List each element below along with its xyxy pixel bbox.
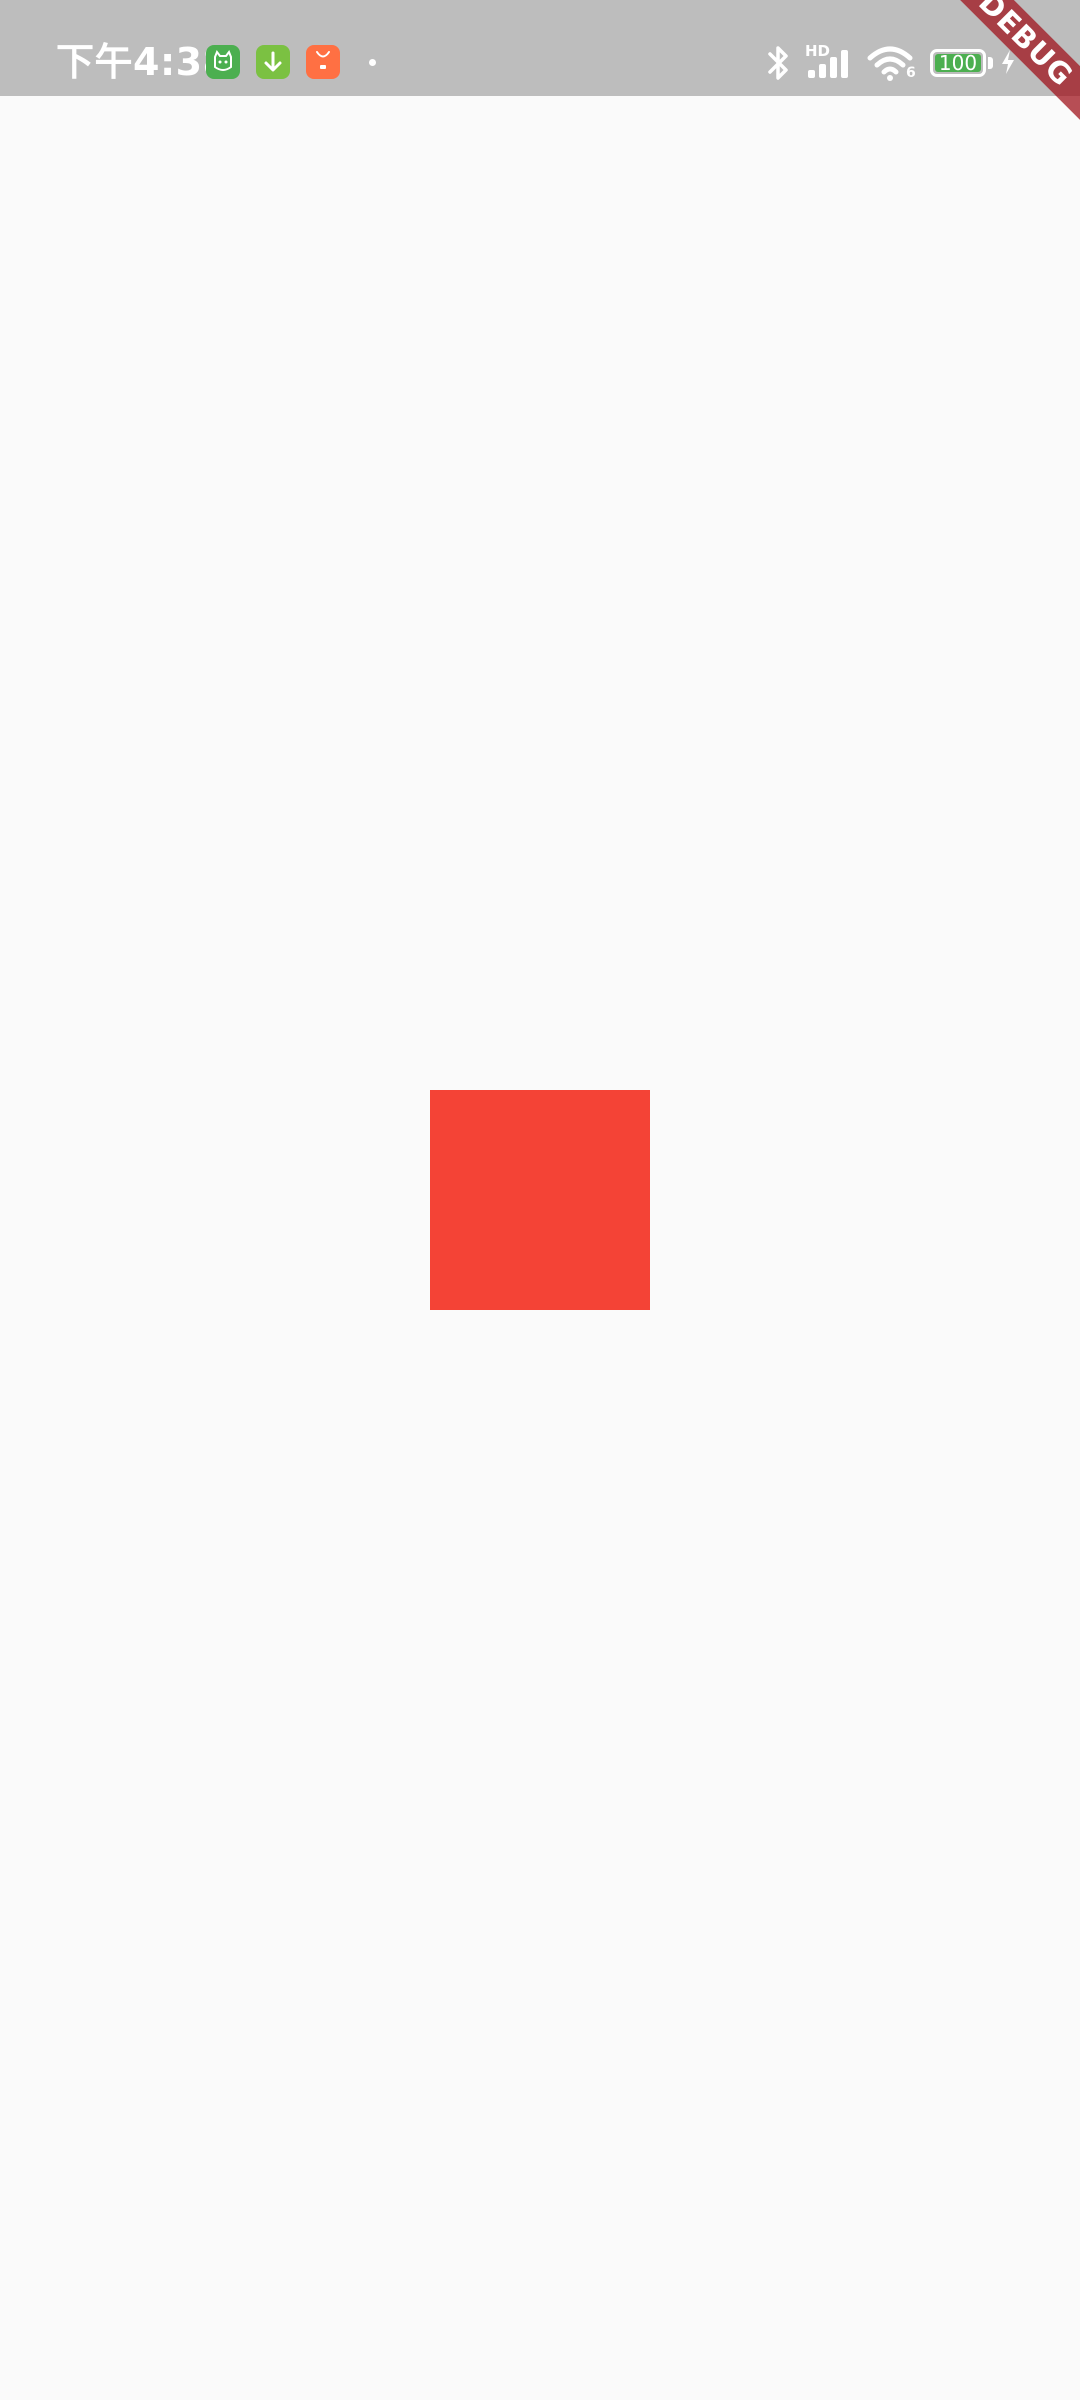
wifi-version-label: 6 [906,65,916,81]
cat-app-icon [206,45,240,79]
battery-level: 100 [938,51,978,75]
status-bar: 下午4:38 HD 6 100 [0,0,1080,96]
status-time: 下午4:38 [56,40,230,84]
battery-cap [988,57,993,69]
signal-icon [808,50,848,78]
red-square [430,1090,650,1310]
shop-app-icon [306,45,340,79]
battery-icon: 100 [930,49,986,77]
battery-fill: 100 [935,51,981,75]
bluetooth-icon [768,46,788,80]
more-notifications-dot [369,59,376,66]
download-app-icon [256,45,290,79]
